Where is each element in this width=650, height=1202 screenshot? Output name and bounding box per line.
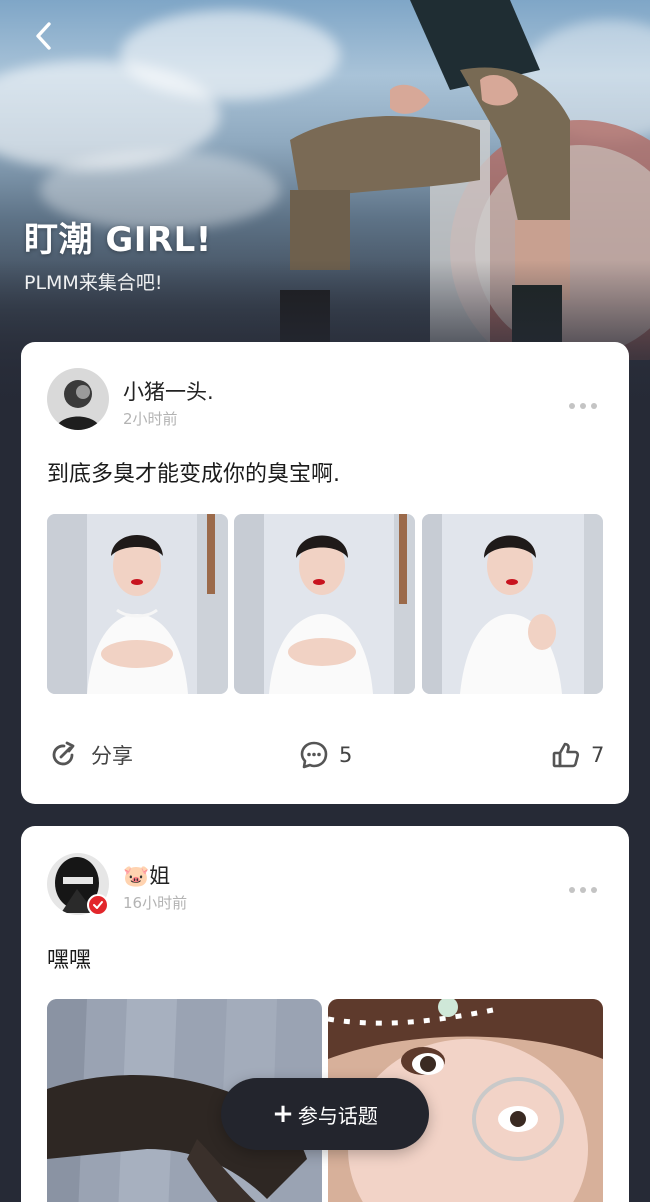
like-count: 7 [591,743,605,767]
post-username[interactable]: 小猪一头. [123,376,214,406]
comment-count: 5 [339,743,353,767]
share-button[interactable]: 分享 [49,740,133,770]
join-topic-button[interactable]: + 参与话题 [221,1078,429,1150]
portrait-photo [47,514,228,694]
share-label: 分享 [91,744,133,768]
comment-button[interactable]: 5 [299,740,352,770]
avatar-image [47,368,109,430]
back-button[interactable] [26,18,62,54]
checkmark-icon [93,901,103,909]
share-icon [52,741,75,766]
more-dots-icon [569,394,602,413]
more-options-button[interactable] [569,394,603,409]
like-button[interactable]: 7 [551,740,604,770]
post-text: 到底多臭才能变成你的臭宝啊. [47,462,340,487]
comment-icon [300,741,328,769]
portrait-photo [422,514,603,694]
post-time: 2小时前 [123,410,178,428]
post-image[interactable] [234,514,415,694]
post-image[interactable] [47,514,228,694]
portrait-photo [234,514,415,694]
chevron-left-icon [36,22,51,50]
join-topic-label: 参与话题 [297,1103,378,1128]
more-options-button[interactable] [569,878,603,893]
plus-icon: + [272,1099,294,1129]
page-title: 盯潮 GIRL! [24,220,212,260]
avatar[interactable] [47,368,109,430]
thumbs-up-icon [552,742,580,768]
post-username[interactable]: 🐷姐 [123,860,170,890]
post-card[interactable]: 小猪一头. 2小时前 到底多臭才能变成你的臭宝啊. 分享 5 7 [21,342,629,804]
post-text: 嘿嘿 [47,948,92,973]
verified-badge [87,894,109,916]
post-image[interactable] [422,514,603,694]
more-dots-icon [569,878,602,897]
page-subtitle: PLMM来集合吧! [24,272,163,294]
post-time: 16小时前 [123,894,188,912]
